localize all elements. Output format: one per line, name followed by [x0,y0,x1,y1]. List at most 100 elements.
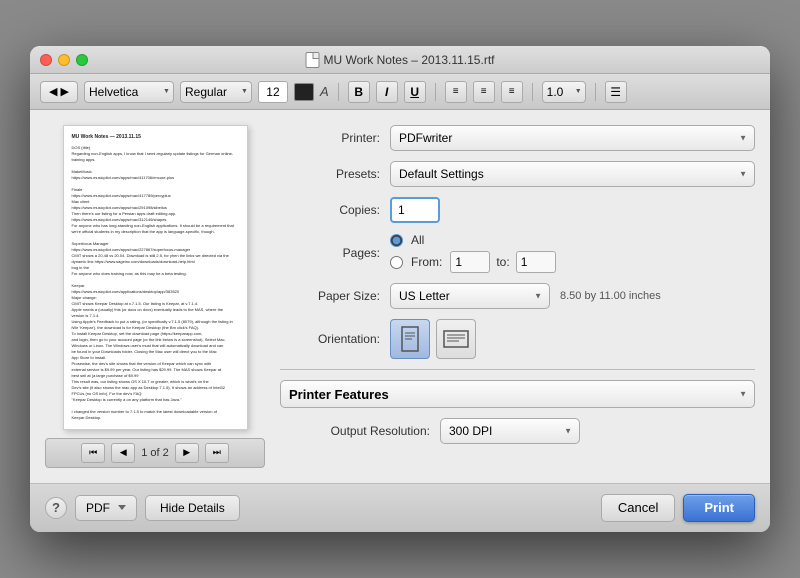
presets-select[interactable]: Default Settings [390,161,755,187]
to-label: to: [496,255,509,269]
cancel-button[interactable]: Cancel [601,494,675,522]
divider-3 [532,83,533,101]
format-toggle-icon: ◀ ▶ [49,85,69,98]
presets-row: Presets: Default Settings [280,161,755,187]
titlebar: MU Work Notes – 2013.11.15.rtf [30,46,770,74]
align-center-button[interactable]: ≡ [473,81,495,103]
preview-content: MU Work Notes — 2013.11.15 DOS (title) R… [72,134,239,421]
from-to-controls: to: [450,251,555,273]
document-preview: MU Work Notes — 2013.11.15 DOS (title) R… [63,125,248,430]
presets-dropdown-wrapper: Default Settings [390,161,755,187]
orientation-label: Orientation: [280,332,390,346]
minimize-button[interactable] [58,54,70,66]
paper-size-inner: US Letter 8.50 by 11.00 inches [390,283,755,309]
window-title: MU Work Notes – 2013.11.15.rtf [306,52,495,68]
toolbar: ◀ ▶ Helvetica Regular 12 A B I U ≡ ≡ ≡ 1… [30,74,770,110]
italic-button[interactable]: I [376,81,398,103]
orientation-buttons [390,319,755,359]
section-divider [280,369,755,370]
help-button[interactable]: ? [45,497,67,519]
list-button[interactable]: ☰ [605,81,627,103]
landscape-orientation-button[interactable] [436,319,476,359]
printer-label: Printer: [280,131,390,145]
pdf-button[interactable]: PDF [75,495,137,521]
landscape-icon [443,329,469,349]
maximize-button[interactable] [76,54,88,66]
from-label: From: [411,255,442,269]
all-pages-row: All [390,233,755,247]
printer-select[interactable]: PDFwriter [390,125,755,151]
paper-size-dropdown-wrapper: US Letter [390,283,550,309]
italic-a-icon: A [320,84,329,99]
paper-size-row: Paper Size: US Letter 8.50 by 11.00 inch… [280,283,755,309]
divider-2 [435,83,436,101]
portrait-icon [400,326,420,352]
paper-size-select[interactable]: US Letter [390,283,550,309]
hide-details-button[interactable]: Hide Details [145,495,240,521]
font-family-select[interactable]: Helvetica [84,81,174,103]
from-to-row: From: to: [390,251,755,273]
pages-radio-group: All From: to: [390,233,755,273]
presets-control: Default Settings [390,161,755,187]
pages-control: All From: to: [390,233,755,273]
page-navigation: ⏮ ◀ 1 of 2 ▶ ⏭ [45,438,265,468]
presets-label: Presets: [280,167,390,181]
orientation-row: Orientation: [280,319,755,359]
print-button[interactable]: Print [683,494,755,522]
to-page-input[interactable] [516,251,556,273]
orientation-control [390,319,755,359]
page-indicator: 1 of 2 [141,447,169,459]
copies-label: Copies: [280,203,390,217]
bold-button[interactable]: B [348,81,370,103]
preview-pane: MU Work Notes — 2013.11.15 DOS (title) R… [45,125,265,468]
next-page-button[interactable]: ▶ [175,443,199,463]
divider-4 [595,83,596,101]
pages-label: Pages: [280,246,390,260]
all-pages-radio[interactable] [390,234,403,247]
features-dropdown-wrapper: Printer Features [280,380,755,408]
underline-button[interactable]: U [404,81,426,103]
last-page-button[interactable]: ⏭ [205,443,229,463]
paper-dimensions: 8.50 by 11.00 inches [560,290,661,302]
output-resolution-select[interactable]: 300 DPI [440,418,580,444]
output-resolution-label: Output Resolution: [280,424,440,438]
font-family-wrapper: Helvetica [84,81,174,103]
close-button[interactable] [40,54,52,66]
first-page-button[interactable]: ⏮ [81,443,105,463]
align-right-button[interactable]: ≡ [501,81,523,103]
align-left-button[interactable]: ≡ [445,81,467,103]
paper-size-label: Paper Size: [280,289,390,303]
document-icon [306,52,320,68]
all-pages-label: All [411,233,424,247]
from-pages-radio[interactable] [390,256,403,269]
bottom-bar: ? PDF Hide Details Cancel Print [30,483,770,532]
portrait-orientation-button[interactable] [390,319,430,359]
format-toggle-button[interactable]: ◀ ▶ [40,81,78,103]
divider-1 [338,83,339,101]
printer-select-wrapper: PDFwriter [390,125,755,151]
font-size-input[interactable]: 12 [258,81,288,103]
font-style-select[interactable]: Regular [180,81,252,103]
line-height-select[interactable]: 1.0 [542,81,586,103]
settings-pane: Printer: PDFwriter Presets: Default Sett… [280,125,755,468]
pages-row: Pages: All From: to: [280,233,755,273]
features-section-select[interactable]: Printer Features [280,380,755,408]
traffic-lights [40,54,88,66]
from-page-input[interactable] [450,251,490,273]
line-height-wrapper: 1.0 [542,81,586,103]
text-color-picker[interactable] [294,83,314,101]
prev-page-button[interactable]: ◀ [111,443,135,463]
bottom-right-controls: Cancel Print [601,494,755,522]
copies-input[interactable] [390,197,440,223]
main-area: MU Work Notes — 2013.11.15 DOS (title) R… [30,110,770,483]
pdf-chevron-icon [118,505,126,510]
output-resolution-row: Output Resolution: 300 DPI [280,418,755,444]
printer-dropdown-wrapper: PDFwriter [390,125,755,151]
features-header: Printer Features [280,380,755,408]
print-dialog: MU Work Notes – 2013.11.15.rtf ◀ ▶ Helve… [30,46,770,532]
printer-row: Printer: PDFwriter [280,125,755,151]
output-resolution-dropdown-wrapper: 300 DPI [440,418,580,444]
paper-size-control: US Letter 8.50 by 11.00 inches [390,283,755,309]
copies-control [390,197,755,223]
copies-row: Copies: [280,197,755,223]
